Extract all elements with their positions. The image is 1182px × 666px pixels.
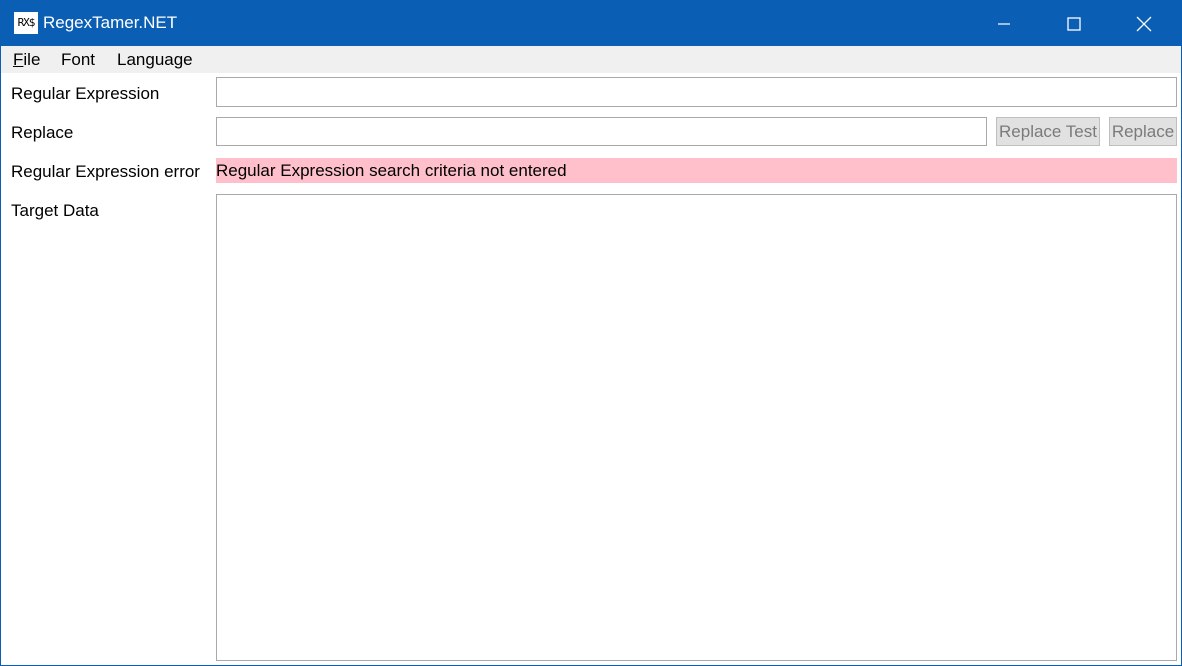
regex-input[interactable]	[216, 77, 1177, 107]
close-button[interactable]	[1109, 1, 1179, 46]
maximize-button[interactable]	[1039, 1, 1109, 46]
regex-error-message: Regular Expression search criteria not e…	[216, 158, 1177, 183]
minimize-button[interactable]	[969, 1, 1039, 46]
app-window: RX$ RegexTamer.NET File Font Language Re…	[0, 0, 1182, 666]
maximize-icon	[1067, 16, 1081, 31]
menu-file[interactable]: File	[13, 50, 40, 70]
replace-label: Replace	[11, 123, 74, 142]
replace-button[interactable]: Replace	[1109, 117, 1177, 146]
menu-language[interactable]: Language	[117, 50, 193, 70]
replace-input[interactable]	[216, 117, 987, 146]
close-icon	[1136, 16, 1152, 31]
target-data-textarea[interactable]	[216, 194, 1177, 661]
minimize-icon	[998, 22, 1010, 25]
regex-error-label: Regular Expression error	[11, 162, 200, 181]
menu-file-accelerator: F	[13, 50, 24, 69]
title-bar[interactable]: RX$ RegexTamer.NET	[1, 1, 1181, 46]
target-data-label: Target Data	[11, 201, 99, 220]
menu-font[interactable]: Font	[61, 50, 95, 70]
app-icon: RX$	[14, 12, 38, 34]
window-title: RegexTamer.NET	[43, 13, 178, 32]
replace-test-button[interactable]: Replace Test	[996, 117, 1100, 146]
menu-file-label: ile	[23, 50, 41, 69]
regex-label: Regular Expression	[11, 84, 160, 103]
menu-bar: File Font Language	[1, 46, 1181, 73]
